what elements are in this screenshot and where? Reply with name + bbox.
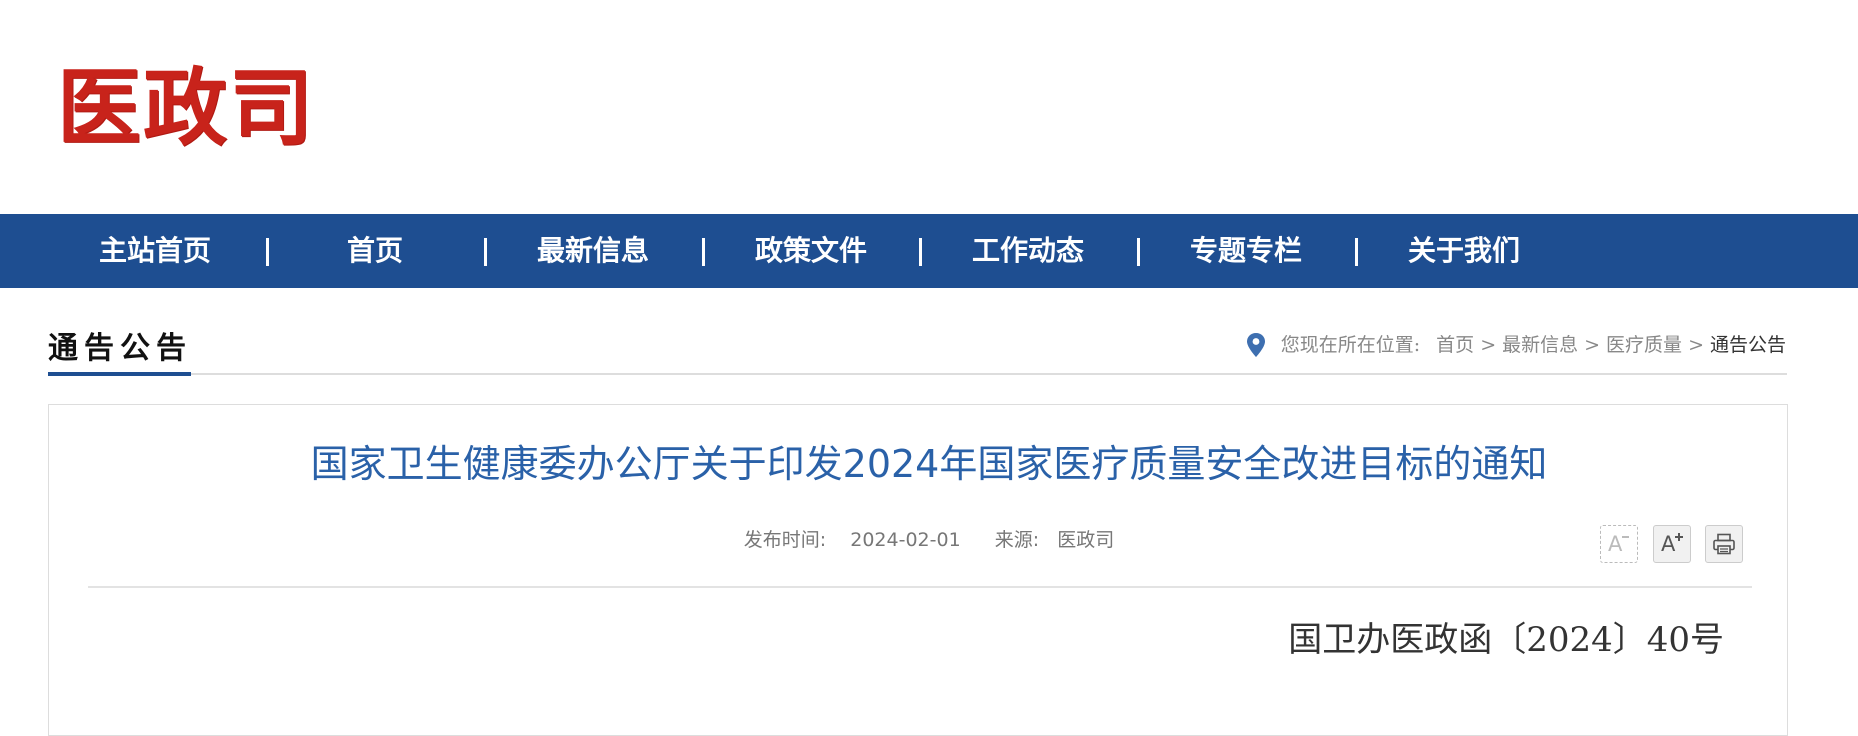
nav-separator — [1355, 238, 1358, 266]
nav-item-latest-news[interactable]: 最新信息 — [498, 214, 688, 288]
section-divider — [48, 373, 1787, 375]
font-increase-icon: A — [1660, 532, 1684, 556]
main-nav: 主站首页 首页 最新信息 政策文件 工作动态 专题专栏 关于我们 — [0, 214, 1858, 288]
nav-item-policy-documents[interactable]: 政策文件 — [716, 214, 906, 288]
source-value: 医政司 — [1057, 529, 1115, 551]
nav-item-main-home[interactable]: 主站首页 — [60, 214, 250, 288]
breadcrumb-separator: > — [1688, 334, 1704, 356]
nav-item-about-us[interactable]: 关于我们 — [1369, 214, 1559, 288]
font-decrease-button[interactable]: A — [1600, 525, 1638, 563]
nav-separator — [484, 238, 487, 266]
breadcrumb-item-latest-news[interactable]: 最新信息 — [1502, 330, 1578, 360]
font-increase-button[interactable]: A — [1653, 525, 1691, 563]
nav-separator — [1137, 238, 1140, 266]
nav-separator — [702, 238, 705, 266]
section-title-underline — [48, 372, 191, 376]
location-pin-icon — [1245, 332, 1267, 358]
breadcrumb-separator: > — [1480, 334, 1497, 356]
nav-item-home[interactable]: 首页 — [280, 214, 470, 288]
nav-item-work-updates[interactable]: 工作动态 — [933, 214, 1123, 288]
article-divider — [88, 586, 1752, 588]
article-meta: 发布时间: 2024-02-01 来源: 医政司 — [0, 524, 1858, 556]
font-decrease-icon: A — [1607, 532, 1631, 556]
nav-item-special-topics[interactable]: 专题专栏 — [1151, 214, 1341, 288]
source-label: 来源: — [994, 529, 1040, 551]
printer-icon — [1712, 533, 1736, 555]
breadcrumb-item-medical-quality[interactable]: 医疗质量 — [1606, 330, 1682, 360]
breadcrumb-separator: > — [1584, 334, 1601, 356]
nav-separator — [266, 238, 269, 266]
section-title: 通告公告 — [48, 331, 192, 366]
nav-separator — [919, 238, 922, 266]
site-logo[interactable]: 医政司 — [57, 58, 315, 158]
published-date: 2024-02-01 — [850, 529, 961, 551]
print-button[interactable] — [1705, 525, 1743, 563]
document-number: 国卫办医政函〔2024〕40号 — [1288, 620, 1724, 660]
breadcrumb-item-home[interactable]: 首页 — [1436, 330, 1474, 360]
published-label: 发布时间: — [743, 529, 827, 551]
article-title: 国家卫生健康委办公厅关于印发2024年国家医疗质量安全改进目标的通知 — [310, 442, 1548, 486]
breadcrumb: 您现在所在位置: 首页 > 最新信息 > 医疗质量 > 通告公告 — [1245, 330, 1786, 360]
breadcrumb-item-announcements[interactable]: 通告公告 — [1710, 330, 1786, 360]
site-header: 医政司 — [0, 0, 1858, 214]
breadcrumb-prefix: 您现在所在位置: — [1280, 334, 1421, 356]
